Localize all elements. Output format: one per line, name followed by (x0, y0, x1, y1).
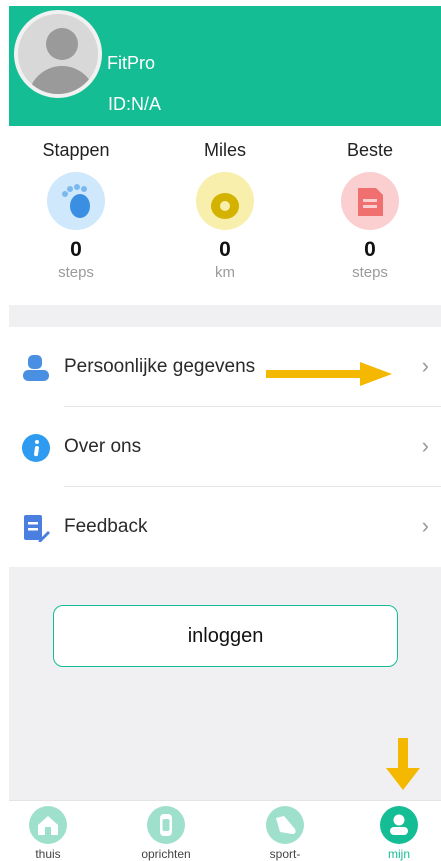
tab-label: mijn (387, 847, 410, 861)
footprint-icon (47, 172, 105, 230)
app-name: FitPro (107, 53, 156, 73)
stat-steps-value: 0 (70, 238, 82, 261)
shoe-icon (266, 806, 304, 844)
avatar-head-shape (46, 28, 78, 60)
stat-best-title: Beste (346, 140, 394, 160)
feedback-edit-icon (22, 514, 50, 543)
menu-item-about-us[interactable]: Over ons › (9, 407, 441, 487)
login-button[interactable]: inloggen (53, 605, 398, 667)
stat-miles: Miles 0 km (165, 140, 285, 281)
menu-item-feedback[interactable]: Feedback › (9, 487, 441, 567)
login-area-background (9, 567, 441, 800)
info-icon (22, 434, 50, 462)
tab-label: thuis (35, 847, 61, 861)
user-icon (380, 806, 418, 844)
tab-sport[interactable]: sport- (245, 806, 325, 861)
menu-item-label: Over ons (64, 436, 142, 457)
stat-steps-unit: steps (58, 264, 94, 281)
tab-label: oprichten (141, 847, 191, 861)
watch-icon (147, 806, 185, 844)
tab-mine[interactable]: mijn (359, 806, 439, 861)
avatar[interactable] (14, 10, 102, 98)
menu-item-label: Feedback (64, 516, 148, 537)
user-id: ID:N/A (108, 94, 162, 114)
person-icon (22, 354, 50, 382)
chevron-right-icon: › (421, 433, 429, 458)
stat-steps-title: Stappen (42, 140, 110, 160)
chevron-right-icon: › (421, 353, 429, 378)
tab-label: sport- (269, 847, 301, 861)
annotation-arrow-right-icon (266, 362, 392, 386)
location-pin-icon (196, 172, 254, 230)
menu-item-label: Persoonlijke gegevens (64, 356, 256, 377)
tab-setup[interactable]: oprichten (126, 806, 206, 861)
chevron-right-icon: › (421, 513, 429, 538)
stat-best-unit: steps (352, 264, 388, 281)
stat-miles-unit: km (215, 264, 235, 281)
stat-best-value: 0 (364, 238, 376, 261)
stat-steps: Stappen 0 steps (16, 140, 136, 281)
document-icon (341, 172, 399, 230)
section-separator (9, 305, 441, 327)
avatar-body-shape (28, 66, 96, 94)
tab-home[interactable]: thuis (8, 806, 88, 861)
stat-best: Beste 0 steps (310, 140, 430, 281)
home-icon (29, 806, 67, 844)
stat-miles-value: 0 (219, 238, 231, 261)
stat-miles-title: Miles (203, 140, 246, 160)
annotation-arrow-down-icon (386, 738, 420, 790)
